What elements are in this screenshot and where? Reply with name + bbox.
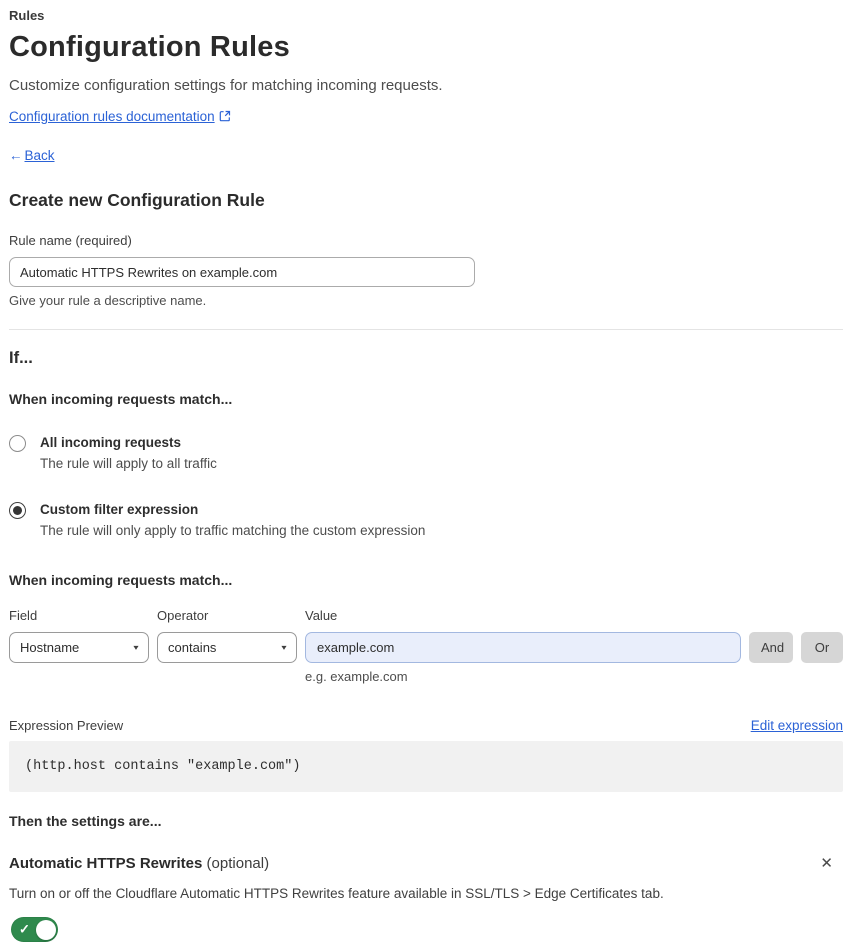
match-heading: When incoming requests match...: [9, 391, 233, 407]
value-input[interactable]: [305, 632, 741, 663]
radio-unselected-icon[interactable]: [9, 435, 26, 452]
setting-optional-label: (optional): [206, 855, 270, 872]
then-heading: Then the settings are...: [9, 813, 162, 829]
field-select[interactable]: Hostname ▾: [9, 632, 149, 663]
operator-select[interactable]: contains ▾: [157, 632, 297, 663]
operator-select-value: contains: [168, 640, 217, 655]
setting-title-text: Automatic HTTPS Rewrites: [9, 855, 203, 872]
breadcrumb: Rules: [9, 8, 45, 23]
rule-name-label: Rule name (required): [9, 233, 132, 248]
back-link[interactable]: ← Back: [9, 148, 55, 163]
chevron-down-icon: ▾: [133, 643, 139, 652]
page-subtitle: Customize configuration settings for mat…: [9, 77, 443, 94]
back-link-label: Back: [24, 148, 55, 163]
radio-option-description: The rule will apply to all traffic: [40, 456, 217, 471]
back-arrow-icon: ←: [9, 148, 23, 163]
configuration-rules-page: Rules Configuration Rules Customize conf…: [0, 0, 852, 942]
radio-option-custom-filter[interactable]: Custom filter expression The rule will o…: [9, 501, 843, 539]
if-heading: If...: [9, 349, 33, 367]
radio-selected-icon[interactable]: [9, 502, 26, 519]
edit-expression-link[interactable]: Edit expression: [751, 718, 843, 733]
and-button[interactable]: And: [749, 632, 793, 663]
setting-description: Turn on or off the Cloudflare Automatic …: [9, 886, 664, 901]
external-link-icon: [219, 109, 231, 127]
close-icon[interactable]: ✕: [816, 854, 837, 874]
or-button[interactable]: Or: [801, 632, 843, 663]
radio-option-label: Custom filter expression: [40, 502, 199, 517]
toggle-knob: [35, 919, 56, 940]
documentation-link[interactable]: Configuration rules documentation: [9, 109, 215, 124]
field-label: Field: [9, 608, 38, 623]
condition-heading: When incoming requests match...: [9, 572, 233, 588]
page-title: Configuration Rules: [9, 31, 290, 63]
create-rule-heading: Create new Configuration Rule: [9, 190, 265, 210]
field-select-value: Hostname: [20, 640, 80, 655]
radio-option-all-requests[interactable]: All incoming requests The rule will appl…: [9, 434, 843, 472]
automatic-https-rewrites-toggle[interactable]: ✓: [11, 917, 58, 942]
value-label: Value: [305, 608, 338, 623]
rule-name-input[interactable]: [9, 257, 475, 287]
chevron-down-icon: ▾: [281, 643, 287, 652]
operator-label: Operator: [157, 608, 209, 623]
rule-name-helper: Give your rule a descriptive name.: [9, 293, 207, 308]
section-divider: [9, 329, 843, 330]
radio-option-description: The rule will only apply to traffic matc…: [40, 523, 426, 538]
expression-code: (http.host contains "example.com"): [9, 741, 843, 792]
radio-option-label: All incoming requests: [40, 435, 182, 450]
expression-preview-label: Expression Preview: [9, 718, 124, 733]
setting-title: Automatic HTTPS Rewrites (optional): [9, 854, 269, 873]
check-icon: ✓: [19, 921, 30, 937]
value-helper: e.g. example.com: [305, 669, 408, 684]
